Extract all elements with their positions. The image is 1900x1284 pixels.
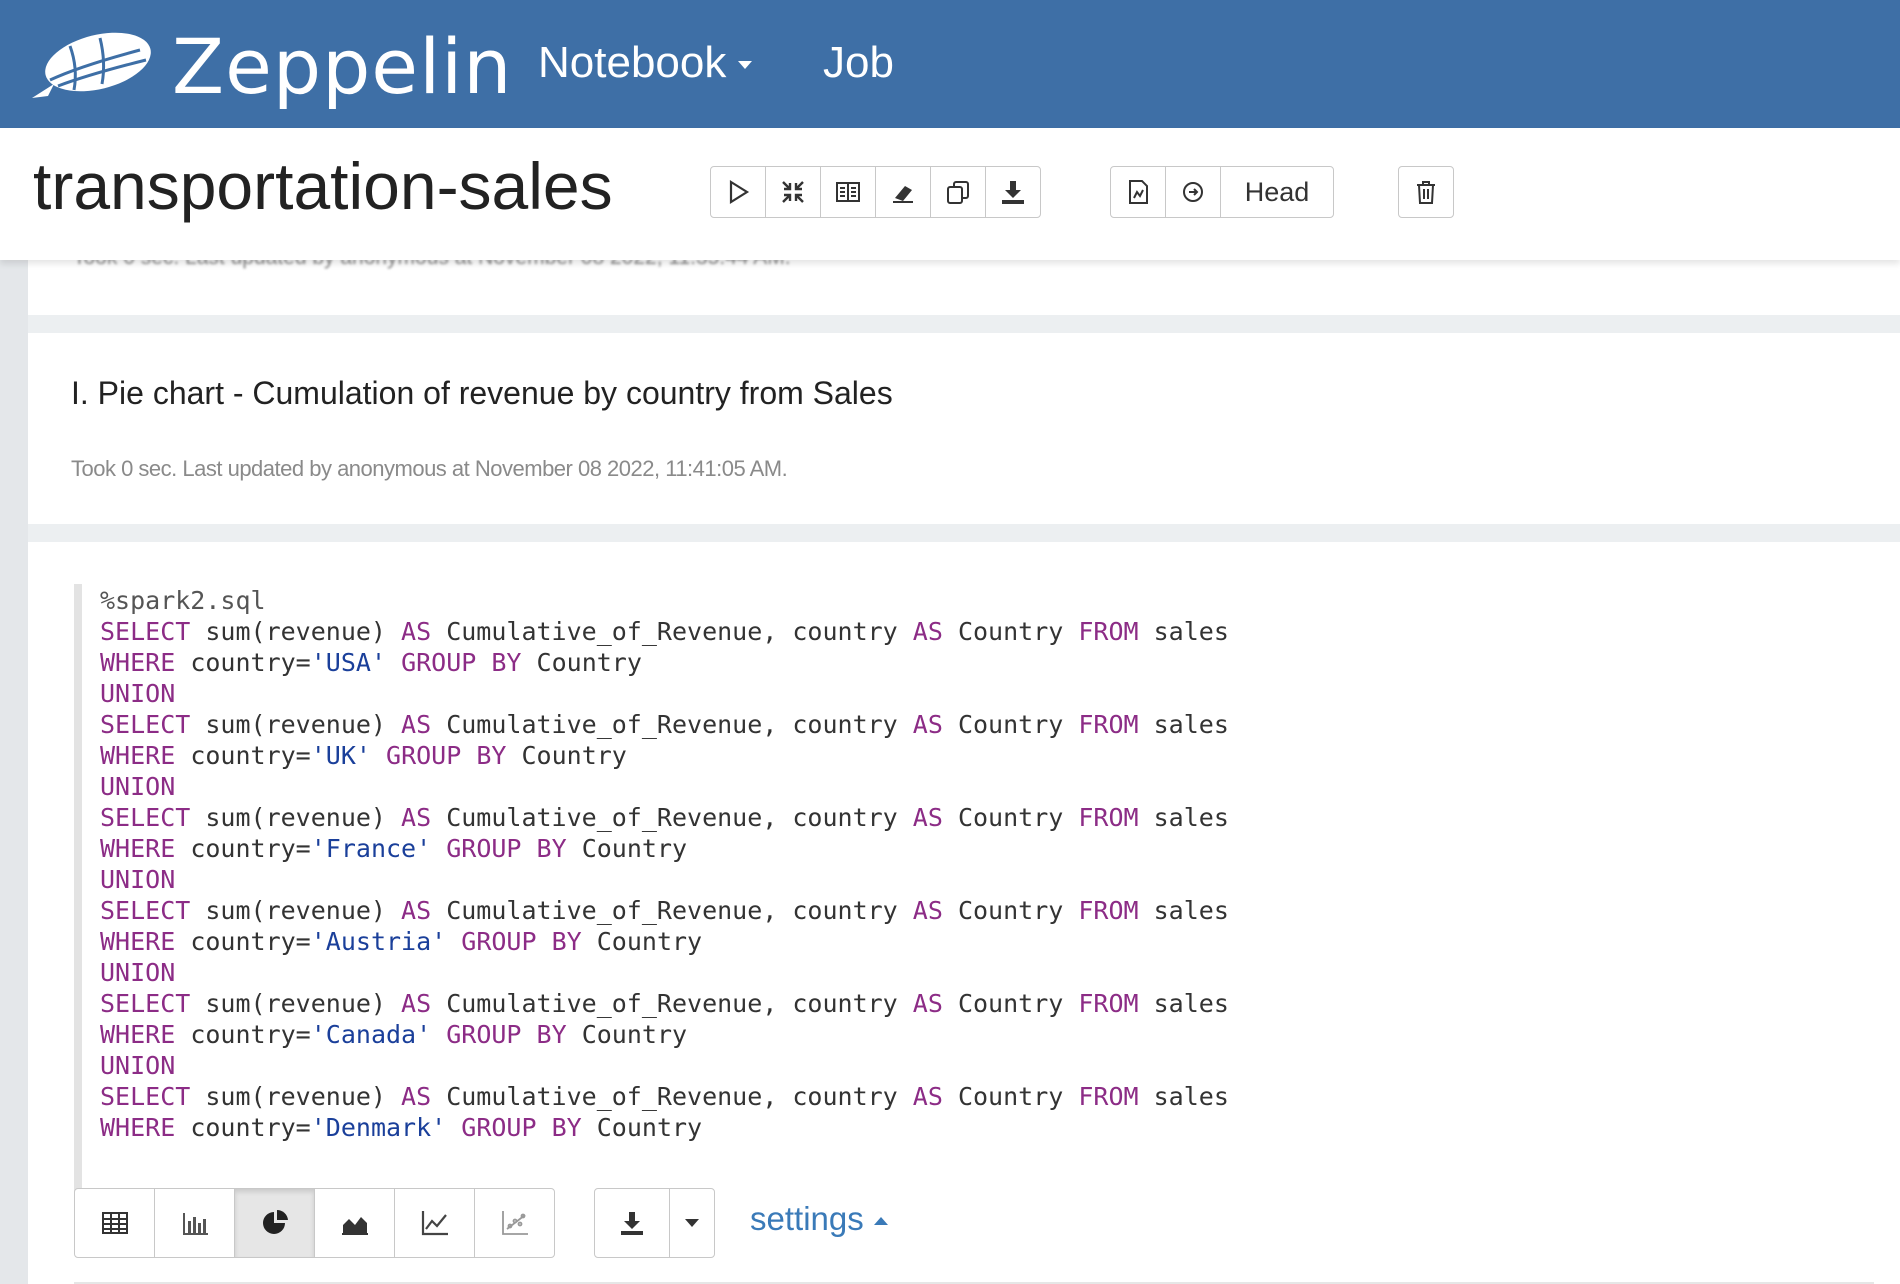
top-navbar: Zeppelin Notebook Job <box>0 0 1900 128</box>
code-line-select: SELECT sum(revenue) AS Cumulative_of_Rev… <box>100 710 1229 739</box>
code-line-union: UNION <box>100 865 176 894</box>
settings-label: settings <box>750 1200 864 1237</box>
bar-chart-icon <box>182 1213 208 1235</box>
version-control-group: Head <box>1110 166 1334 218</box>
zeppelin-logo-icon[interactable] <box>30 28 155 103</box>
table-view-button[interactable] <box>74 1188 155 1258</box>
code-line-where: WHERE country='Austria' GROUP BY Country <box>100 927 703 956</box>
code-line-where: WHERE country='USA' GROUP BY Country <box>100 648 642 677</box>
download-icon <box>1002 181 1024 204</box>
pie-chart-icon <box>262 1209 288 1234</box>
code-editor[interactable]: %spark2.sql SELECT sum(revenue) AS Cumula… <box>74 584 1282 1224</box>
download-data-button[interactable] <box>594 1188 670 1258</box>
nav-notebook-menu[interactable]: Notebook <box>538 38 753 88</box>
area-chart-icon <box>341 1217 368 1235</box>
copy-icon <box>947 181 969 204</box>
paragraph-heading: I. Pie chart - Cumulation of revenue by … <box>71 375 893 411</box>
code-line-where: WHERE country='Canada' GROUP BY Country <box>100 1020 688 1049</box>
delete-notebook-button[interactable] <box>1398 166 1454 218</box>
pie-chart-button[interactable] <box>234 1188 315 1258</box>
code-line-union: UNION <box>100 679 176 708</box>
code-line-select: SELECT sum(revenue) AS Cumulative_of_Rev… <box>100 989 1229 1018</box>
trash-icon <box>1417 181 1435 204</box>
notebook-actions-group <box>710 166 1041 218</box>
paragraph-sql-code: %spark2.sql SELECT sum(revenue) AS Cumula… <box>28 542 1900 1284</box>
set-revision-button[interactable] <box>1165 166 1221 218</box>
toggle-output-button[interactable] <box>820 166 876 218</box>
download-icon <box>621 1212 643 1235</box>
code-line-union: UNION <box>100 1051 176 1080</box>
bar-chart-button[interactable] <box>154 1188 235 1258</box>
code-line-union: UNION <box>100 772 176 801</box>
chevron-down-icon <box>738 61 753 70</box>
table-icon <box>101 1212 128 1234</box>
code-line-select: SELECT sum(revenue) AS Cumulative_of_Rev… <box>100 896 1229 925</box>
book-icon <box>836 182 860 202</box>
notebook-header: transportation-sales Head <box>0 128 1900 260</box>
code-line-union: UNION <box>100 958 176 987</box>
run-all-button[interactable] <box>710 166 766 218</box>
paragraph-meta: Took 0 sec. Last updated by anonymous at… <box>71 456 788 481</box>
scatter-chart-icon <box>501 1211 528 1235</box>
clear-output-button[interactable] <box>875 166 931 218</box>
head-revision-button[interactable]: Head <box>1220 166 1334 218</box>
scatter-chart-button[interactable] <box>474 1188 555 1258</box>
chart-settings-toggle[interactable]: settings <box>750 1200 888 1238</box>
clone-notebook-button[interactable] <box>930 166 986 218</box>
toggle-editor-button[interactable] <box>765 166 821 218</box>
code-line-select: SELECT sum(revenue) AS Cumulative_of_Rev… <box>100 803 1229 832</box>
export-notebook-button[interactable] <box>985 166 1041 218</box>
code-line-where: WHERE country='Denmark' GROUP BY Country <box>100 1113 703 1142</box>
circle-arrow-icon <box>1183 182 1203 202</box>
code-line-select: SELECT sum(revenue) AS Cumulative_of_Rev… <box>100 1082 1229 1111</box>
nav-job-link[interactable]: Job <box>823 38 894 88</box>
file-commit-icon <box>1129 180 1148 204</box>
line-chart-icon <box>421 1211 448 1236</box>
line-chart-button[interactable] <box>394 1188 475 1258</box>
code-line-interpreter: %spark2.sql <box>100 586 266 615</box>
delete-group <box>1398 166 1454 218</box>
code-line-where: WHERE country='France' GROUP BY Country <box>100 834 688 863</box>
eraser-icon <box>893 186 913 203</box>
left-gutter <box>0 260 28 1284</box>
chevron-down-icon <box>685 1219 699 1227</box>
paragraph-pie-title: I. Pie chart - Cumulation of revenue by … <box>28 333 1900 524</box>
commit-button[interactable] <box>1110 166 1166 218</box>
code-line-select: SELECT sum(revenue) AS Cumulative_of_Rev… <box>100 617 1229 646</box>
collapse-arrows-icon <box>782 181 804 203</box>
code-line-where: WHERE country='UK' GROUP BY Country <box>100 741 627 770</box>
nav-notebook-label: Notebook <box>538 38 727 87</box>
download-format-dropdown[interactable] <box>669 1188 715 1258</box>
notebook-title[interactable]: transportation-sales <box>33 148 613 224</box>
area-chart-button[interactable] <box>314 1188 395 1258</box>
play-icon <box>729 180 750 204</box>
chevron-up-icon <box>873 1217 888 1226</box>
brand-name[interactable]: Zeppelin <box>172 22 512 111</box>
download-data-group <box>594 1188 715 1258</box>
chart-type-toolbar <box>74 1188 555 1258</box>
